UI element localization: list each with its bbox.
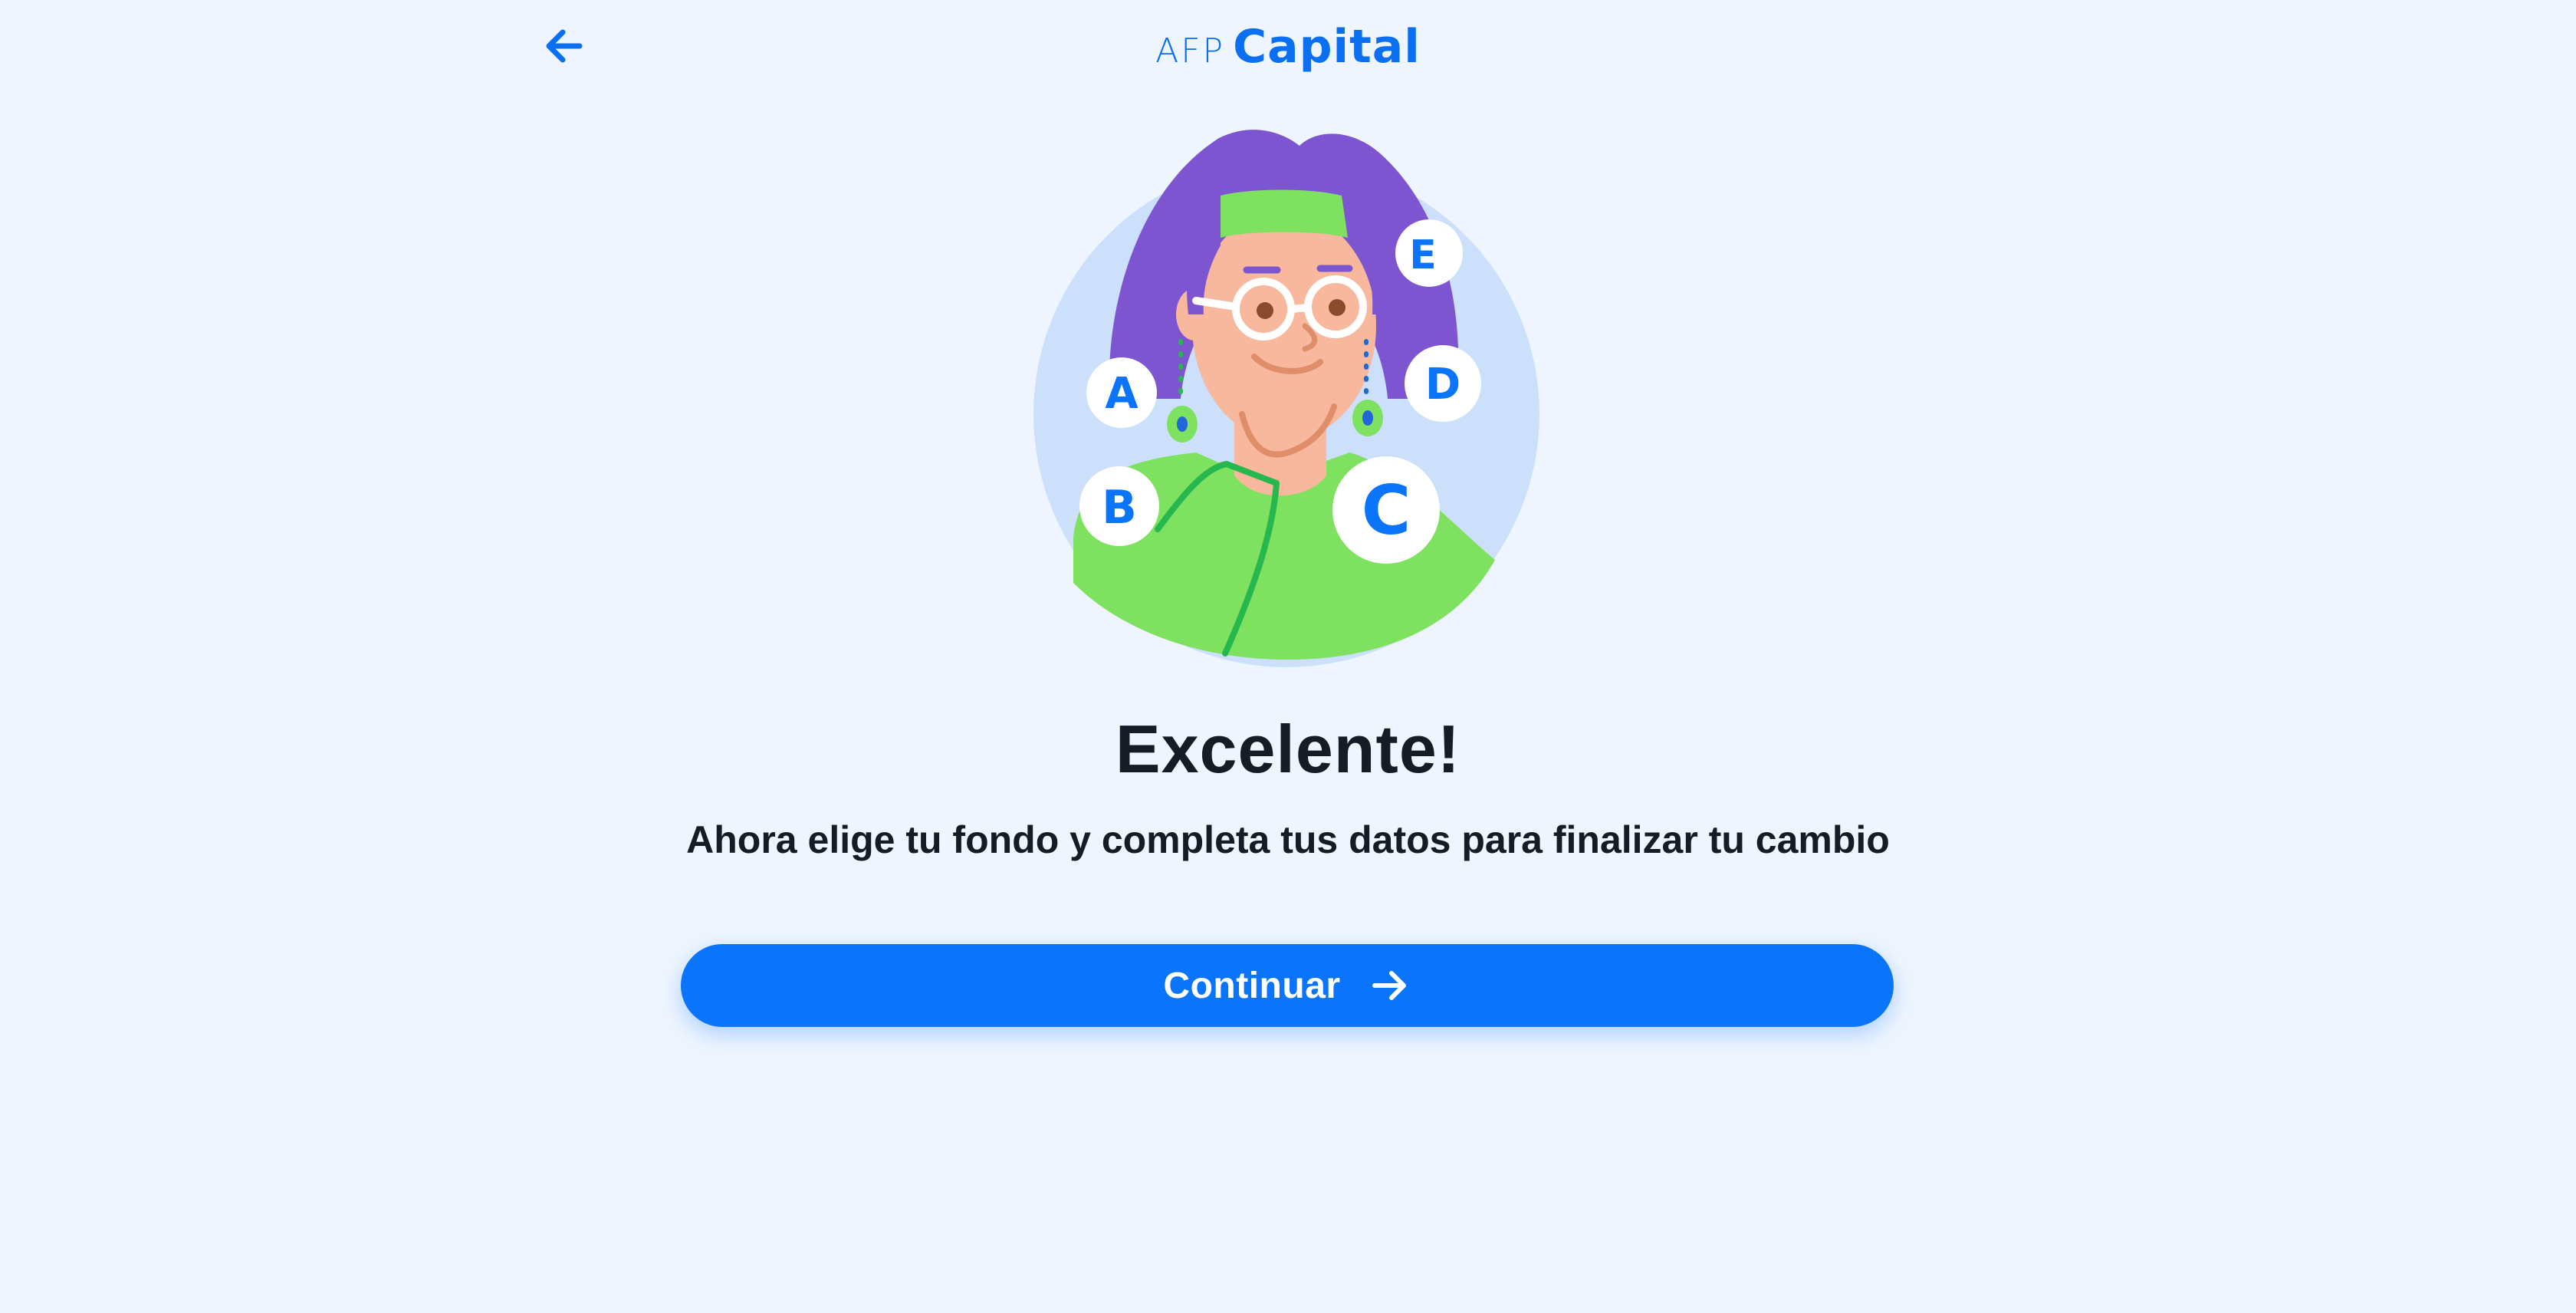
arrow-right-icon bbox=[1368, 964, 1411, 1007]
fund-letter-a: A bbox=[1105, 369, 1138, 419]
continue-button-label: Continuar bbox=[1163, 965, 1341, 1006]
logo-name: Capital bbox=[1233, 20, 1421, 74]
fund-letter-e: E bbox=[1409, 232, 1437, 278]
fund-letter-c: C bbox=[1362, 471, 1411, 550]
fund-letter-d: D bbox=[1425, 360, 1460, 410]
fund-bubble-a: A bbox=[1086, 357, 1157, 428]
woman-choosing-fund-illustration: A B C D E bbox=[1020, 123, 1556, 675]
fund-bubble-e: E bbox=[1395, 219, 1463, 287]
headband bbox=[1221, 189, 1348, 238]
page-title: Excelente! bbox=[1115, 711, 1461, 787]
continue-button[interactable]: Continuar bbox=[681, 944, 1894, 1027]
fund-bubble-d: D bbox=[1405, 345, 1481, 422]
afp-capital-logo: AFP Capital bbox=[0, 20, 2576, 74]
fund-bubble-b: B bbox=[1079, 466, 1159, 546]
fund-letter-b: B bbox=[1102, 481, 1137, 535]
fund-bubble-c: C bbox=[1332, 456, 1440, 564]
logo-prefix: AFP bbox=[1155, 31, 1226, 71]
page-subtitle: Ahora elige tu fondo y completa tus dato… bbox=[686, 818, 1890, 861]
